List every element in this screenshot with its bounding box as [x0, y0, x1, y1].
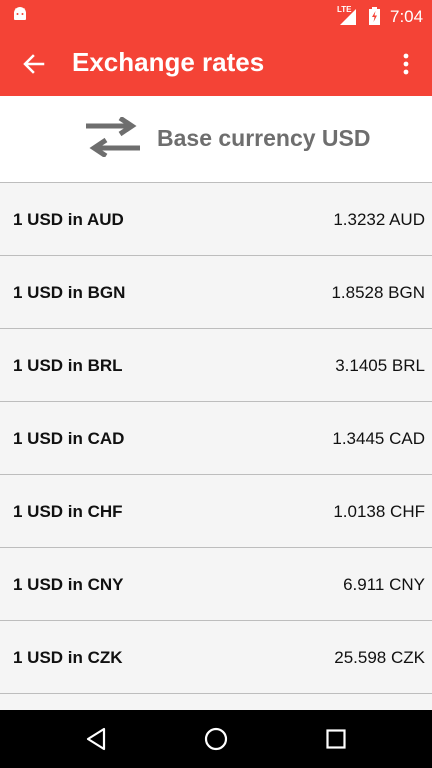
overflow-menu-button[interactable]	[388, 42, 424, 86]
base-currency-header[interactable]: Base currency USD	[0, 96, 432, 183]
signal-icon	[340, 9, 356, 25]
battery-charging-icon	[369, 7, 380, 25]
arrow-back-icon	[23, 54, 45, 74]
rate-pair-label: 1 USD in AUD	[13, 210, 124, 229]
base-currency-label: Base currency USD	[157, 125, 371, 151]
rate-value: 25.598 CZK	[334, 648, 425, 667]
nav-home-icon	[204, 727, 228, 751]
rate-pair-label: 1 USD in BGN	[13, 283, 126, 302]
rate-pair-label: 1 USD in CNY	[13, 575, 124, 594]
app-toolbar: Exchange rates	[0, 32, 432, 96]
rate-value: 1.8528 BGN	[331, 283, 425, 302]
toolbar-title: Exchange rates	[72, 47, 265, 77]
status-bar: LTE 7:04	[0, 0, 432, 32]
android-icon	[14, 7, 26, 20]
rate-value: 1.3232 AUD	[333, 210, 425, 229]
rate-value: 1.3445 CAD	[332, 429, 425, 448]
rate-value: 1.0138 CHF	[333, 502, 425, 521]
rate-row-chf[interactable]: 1 USD in CHF 1.0138 CHF	[0, 475, 432, 548]
more-vert-icon	[403, 53, 409, 75]
status-time: 7:04	[390, 7, 424, 26]
rate-pair-label: 1 USD in CAD	[13, 429, 125, 448]
rate-pair-label: 1 USD in BRL	[13, 356, 123, 375]
rate-row-bgn[interactable]: 1 USD in BGN 1.8528 BGN	[0, 256, 432, 329]
nav-recents-icon	[326, 729, 346, 749]
exchange-rate-list: 1 USD in AUD 1.3232 AUD 1 USD in BGN 1.8…	[0, 183, 432, 694]
rate-pair-label: 1 USD in CHF	[13, 502, 123, 521]
rate-pair-label: 1 USD in CZK	[13, 648, 123, 667]
back-button[interactable]	[12, 42, 56, 86]
nav-home-button[interactable]	[196, 719, 236, 759]
nav-back-button[interactable]	[76, 719, 116, 759]
nav-recents-button[interactable]	[316, 719, 356, 759]
rate-row-czk[interactable]: 1 USD in CZK 25.598 CZK	[0, 621, 432, 694]
rate-row-cny[interactable]: 1 USD in CNY 6.911 CNY	[0, 548, 432, 621]
rate-value: 6.911 CNY	[343, 575, 425, 594]
rate-row-brl[interactable]: 1 USD in BRL 3.1405 BRL	[0, 329, 432, 402]
system-navigation-bar	[0, 710, 432, 768]
nav-back-icon	[86, 727, 106, 751]
rate-row-aud[interactable]: 1 USD in AUD 1.3232 AUD	[0, 183, 432, 256]
swap-arrows-icon	[86, 117, 140, 157]
rate-row-cad[interactable]: 1 USD in CAD 1.3445 CAD	[0, 402, 432, 475]
rate-value: 3.1405 BRL	[335, 356, 425, 375]
